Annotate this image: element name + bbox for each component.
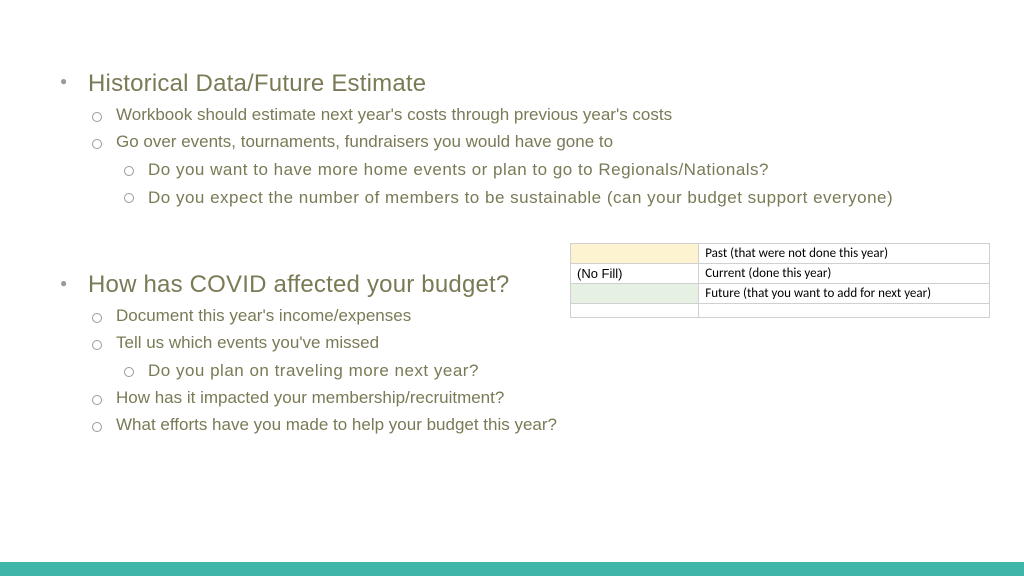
- table-row: [571, 304, 990, 318]
- sublist: Do you want to have more home events or …: [116, 158, 964, 210]
- swatch-past: [571, 244, 699, 264]
- list-item: Tell us which events you've missed Do yo…: [88, 332, 964, 383]
- slide: Historical Data/Future Estimate Workbook…: [0, 0, 1024, 576]
- legend-label: Past (that were not done this year): [699, 244, 990, 264]
- section-1-heading: Historical Data/Future Estimate: [88, 70, 964, 98]
- list-item-text: Go over events, tournaments, fundraisers…: [116, 132, 613, 151]
- list-item-text: Workbook should estimate next year's cos…: [116, 105, 672, 124]
- color-legend-table: Past (that were not done this year) (No …: [570, 243, 990, 318]
- list-item: Do you plan on traveling more next year?: [116, 359, 964, 383]
- table-row: Past (that were not done this year): [571, 244, 990, 264]
- list-item: Do you expect the number of members to b…: [116, 186, 964, 210]
- legend-label: Current (done this year): [699, 264, 990, 284]
- list-item-text: What efforts have you made to help your …: [116, 415, 557, 434]
- swatch-current: (No Fill): [571, 264, 699, 284]
- table-row: Future (that you want to add for next ye…: [571, 284, 990, 304]
- section-1-items: Workbook should estimate next year's cos…: [88, 104, 964, 209]
- list-item: What efforts have you made to help your …: [88, 414, 964, 437]
- empty-cell: [571, 304, 699, 318]
- table-row: (No Fill) Current (done this year): [571, 264, 990, 284]
- swatch-future: [571, 284, 699, 304]
- list-item-text: Document this year's income/expenses: [116, 306, 411, 325]
- section-2-items: Document this year's income/expenses Tel…: [88, 305, 964, 437]
- list-item: Do you want to have more home events or …: [116, 158, 964, 182]
- list-item-text: Do you expect the number of members to b…: [148, 188, 893, 207]
- empty-cell: [699, 304, 990, 318]
- content-area: Historical Data/Future Estimate Workbook…: [0, 0, 1024, 437]
- list-item: How has it impacted your membership/recr…: [88, 387, 964, 410]
- list-item-text: How has it impacted your membership/recr…: [116, 388, 504, 407]
- list-item: Go over events, tournaments, fundraisers…: [88, 131, 964, 210]
- legend-label: Future (that you want to add for next ye…: [699, 284, 990, 304]
- section-1: Historical Data/Future Estimate Workbook…: [60, 70, 964, 209]
- accent-bar: [0, 562, 1024, 576]
- list-item-text: Do you want to have more home events or …: [148, 160, 769, 179]
- list-item-text: Tell us which events you've missed: [116, 333, 379, 352]
- sublist: Do you plan on traveling more next year?: [116, 359, 964, 383]
- list-item-text: Do you plan on traveling more next year?: [148, 361, 479, 380]
- list-item: Workbook should estimate next year's cos…: [88, 104, 964, 127]
